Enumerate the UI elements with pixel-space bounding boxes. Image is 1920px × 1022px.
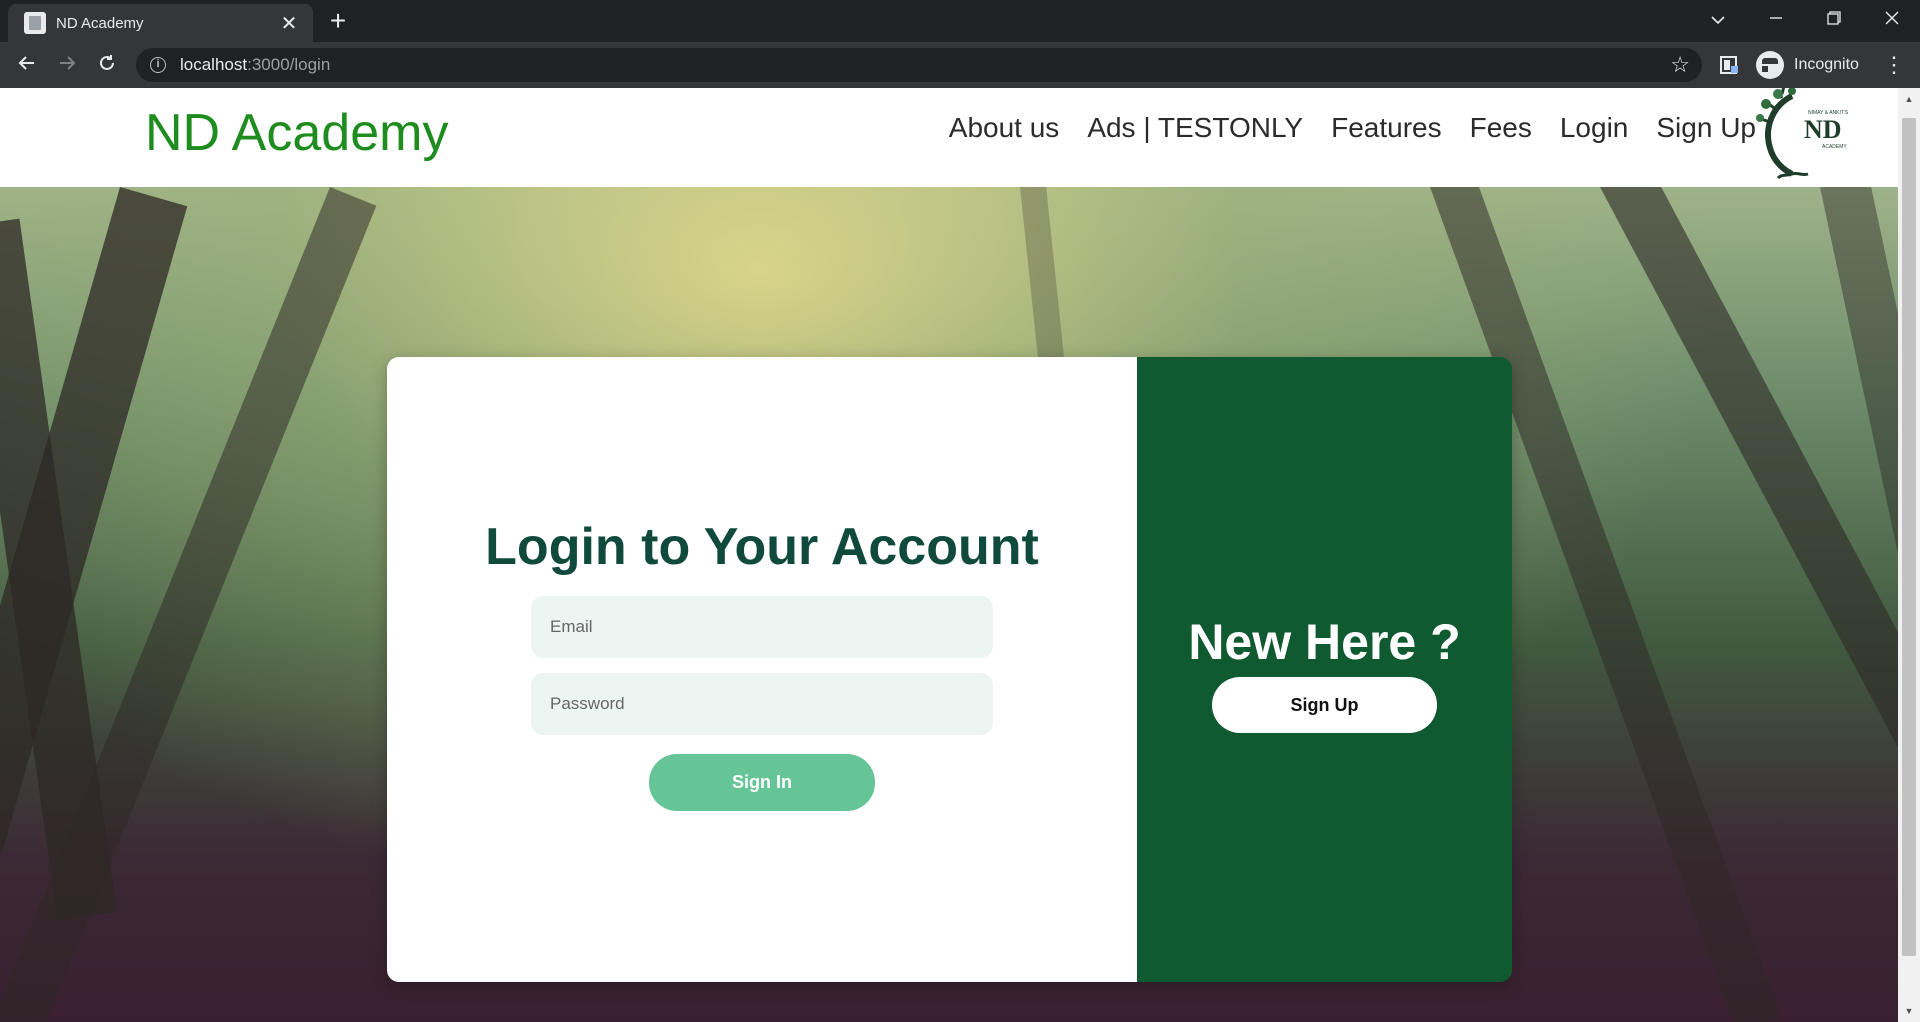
profile-label: Incognito: [1794, 56, 1859, 73]
nav-about-us[interactable]: About us: [949, 108, 1060, 148]
nav-fees[interactable]: Fees: [1470, 108, 1532, 148]
nav-sign-up[interactable]: Sign Up: [1656, 108, 1756, 148]
login-panel: Login to Your Account Sign In: [387, 357, 1137, 982]
login-title: Login to Your Account: [485, 518, 1039, 576]
signup-panel: New Here ? Sign Up: [1137, 357, 1512, 982]
page-scrollbar[interactable]: ▲ ▼: [1898, 88, 1920, 1022]
tab-search-icon[interactable]: [1690, 0, 1746, 38]
logo-small-text: NIMAY & ANKIT'S: [1808, 110, 1849, 116]
incognito-icon: [1756, 51, 1790, 79]
tab-title: ND Academy: [56, 14, 144, 32]
tab-close-icon[interactable]: ✕: [277, 11, 301, 36]
url-path: :3000/login: [247, 55, 331, 74]
restore-icon[interactable]: [1806, 0, 1862, 38]
email-field[interactable]: [531, 596, 993, 658]
browser-tab[interactable]: ND Academy ✕: [8, 4, 313, 42]
new-tab-button[interactable]: +: [323, 6, 353, 36]
star-icon[interactable]: ☆: [1670, 52, 1690, 78]
address-bar[interactable]: i localhost:3000/login ☆: [136, 48, 1702, 82]
minimize-icon[interactable]: [1748, 0, 1804, 38]
close-window-icon[interactable]: [1864, 0, 1920, 38]
logo-text: ND: [1804, 115, 1842, 144]
site-nav: About us Ads | TESTONLY Features Fees Lo…: [949, 108, 1756, 148]
sign-up-button[interactable]: Sign Up: [1212, 677, 1437, 733]
scroll-thumb[interactable]: [1902, 118, 1916, 956]
forward-arrow-icon[interactable]: [52, 50, 82, 80]
browser-toolbar: i localhost:3000/login ☆ Incognito ⋮: [0, 42, 1920, 88]
url-host: localhost: [180, 55, 248, 74]
nav-ads[interactable]: Ads | TESTONLY: [1087, 108, 1303, 148]
page-favicon-icon: [24, 12, 46, 34]
reload-icon[interactable]: [92, 50, 122, 80]
sign-in-button[interactable]: Sign In: [649, 754, 875, 811]
password-field[interactable]: [531, 673, 993, 735]
nav-features[interactable]: Features: [1331, 108, 1442, 148]
incognito-profile[interactable]: Incognito: [1756, 49, 1859, 81]
tab-strip: ND Academy ✕ +: [0, 0, 1920, 42]
new-here-heading: New Here ?: [1188, 614, 1461, 670]
nav-login[interactable]: Login: [1560, 108, 1629, 148]
info-icon[interactable]: i: [150, 57, 166, 73]
kebab-menu-icon[interactable]: ⋮: [1882, 50, 1906, 80]
site-header: ND Academy About us Ads | TESTONLY Featu…: [0, 88, 1898, 187]
scroll-up-icon[interactable]: ▲: [1902, 92, 1916, 106]
back-arrow-icon[interactable]: [12, 50, 42, 80]
logo-sub-text: ACADEMY: [1822, 144, 1847, 150]
scroll-down-icon[interactable]: ▼: [1902, 1004, 1916, 1018]
site-title[interactable]: ND Academy: [145, 96, 448, 170]
page-viewport: ND Academy About us Ads | TESTONLY Featu…: [0, 88, 1920, 1022]
extension-icon[interactable]: [1718, 54, 1740, 76]
login-card: Login to Your Account Sign In New Here ?…: [387, 357, 1512, 982]
academy-logo[interactable]: ND NIMAY & ANKIT'S ACADEMY: [1752, 88, 1858, 180]
